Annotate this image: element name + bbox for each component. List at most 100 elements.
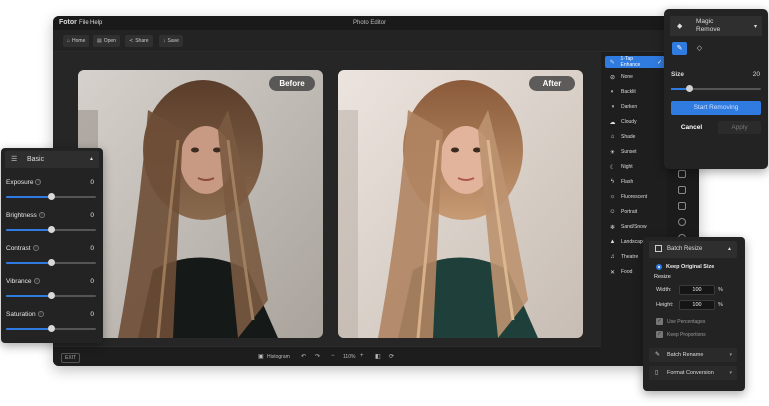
saturation-value: 0: [90, 311, 94, 318]
zoom-in-icon[interactable]: +: [360, 353, 364, 359]
vibrance-slider-fill: [6, 295, 51, 297]
brush-tool-button[interactable]: ✎: [672, 42, 687, 55]
brightness-slider-handle[interactable]: [48, 226, 55, 233]
width-input[interactable]: 100: [679, 285, 715, 295]
format-conversion-row[interactable]: ▯ Format Conversion ▾: [649, 366, 737, 380]
after-photo-image: [338, 70, 583, 338]
help-icon[interactable]: ?: [32, 245, 39, 251]
enhance-label: Backlit: [621, 89, 636, 95]
collapse-caret-icon: ▲: [89, 156, 94, 162]
enhance-item-shade[interactable]: ⌂ Shade: [605, 131, 665, 143]
sand-snow-icon: ❄: [609, 224, 616, 231]
help-icon[interactable]: ?: [33, 278, 40, 284]
magic-remove-header[interactable]: ◆ Magic Remove ▾: [670, 16, 762, 36]
reset-icon[interactable]: ⟳: [389, 353, 394, 360]
redo-icon[interactable]: ↷: [315, 353, 320, 360]
size-value: 20: [752, 71, 760, 78]
saturation-slider[interactable]: [6, 325, 96, 332]
after-photo: After: [338, 70, 583, 338]
enhance-item-backlit[interactable]: ◐ Backlit: [605, 86, 665, 98]
enhance-label: None: [621, 74, 633, 80]
eraser-icon: ◆: [677, 23, 683, 30]
exit-button[interactable]: EXIT: [61, 353, 81, 363]
enhance-item-sand-snow[interactable]: ❄ Sand/Snow: [605, 221, 665, 233]
exposure-slider-handle[interactable]: [48, 193, 55, 200]
cloudy-icon: ☁: [609, 119, 616, 126]
fluorescent-icon: ☼: [609, 194, 616, 200]
start-removing-button[interactable]: Start Removing: [671, 101, 761, 115]
enhance-label: Theatre: [621, 254, 639, 260]
menu-help[interactable]: Help: [90, 20, 102, 26]
help-icon[interactable]: ?: [37, 311, 44, 317]
brightness-control: Brightness? 0: [6, 212, 96, 240]
use-percentages-checkbox[interactable]: ✓: [656, 318, 663, 325]
brightness-label: Brightness?: [6, 212, 45, 219]
height-unit: %: [718, 302, 723, 308]
brightness-slider[interactable]: [6, 226, 96, 233]
undo-icon[interactable]: ↶: [301, 353, 306, 360]
chevron-down-icon: ▾: [729, 370, 732, 376]
exposure-slider[interactable]: [6, 193, 96, 200]
height-input[interactable]: 100: [679, 300, 715, 310]
shade-icon: ⌂: [610, 134, 615, 140]
size-slider[interactable]: [671, 85, 761, 92]
share-button[interactable]: ≺ Share: [125, 35, 153, 47]
batch-resize-header[interactable]: Batch Resize ▲: [649, 241, 737, 258]
grid-tool-icon[interactable]: [678, 202, 686, 210]
open-label: Open: [103, 38, 116, 44]
cancel-button[interactable]: Cancel: [671, 121, 712, 134]
open-button[interactable]: ▤ Open: [93, 35, 120, 47]
sticker-tool-icon[interactable]: [678, 218, 686, 226]
vibrance-label-text: Vibrance: [6, 278, 32, 285]
enhance-item-darken[interactable]: ◑ Darken: [605, 101, 665, 113]
zoom-out-icon[interactable]: −: [331, 353, 335, 359]
app-logo: Fotor: [59, 19, 77, 26]
histogram-label[interactable]: Histogram: [267, 354, 290, 360]
keep-original-radio[interactable]: [656, 264, 662, 270]
contrast-slider[interactable]: [6, 259, 96, 266]
saturation-label-text: Saturation: [6, 311, 36, 318]
compare-icon[interactable]: ◧: [375, 353, 381, 360]
basic-panel-header[interactable]: ☰ Basic ▲: [5, 151, 99, 168]
magic-title-line2: Remove: [696, 26, 721, 33]
enhance-item-portrait[interactable]: ☺ Portrait: [605, 206, 665, 218]
portrait-icon: ☺: [609, 209, 616, 215]
chevron-down-icon: ▾: [753, 24, 757, 30]
histogram-icon[interactable]: ▣: [258, 353, 264, 360]
enhance-item-sunset[interactable]: ☀ Sunset: [605, 146, 665, 158]
sunset-icon: ☀: [609, 149, 616, 156]
batch-rename-row[interactable]: ✎ Batch Rename ▾: [649, 348, 737, 362]
size-slider-handle[interactable]: [686, 85, 693, 92]
menu-file[interactable]: File: [79, 20, 89, 26]
canvas-area: Before After: [53, 52, 601, 346]
night-icon: ☾: [609, 164, 616, 171]
help-icon[interactable]: ?: [38, 212, 45, 218]
keep-proportions-checkbox[interactable]: ✓: [656, 331, 663, 338]
frame-tool-icon[interactable]: [678, 170, 686, 178]
before-photo: Before: [78, 70, 323, 338]
enhance-item-none[interactable]: ⊘ None: [605, 71, 665, 83]
share-label: Share: [135, 38, 149, 44]
saturation-slider-fill: [6, 328, 51, 330]
exposure-control: Exposure? 0: [6, 179, 96, 207]
eraser-tool-button[interactable]: ◇: [692, 42, 707, 55]
saturation-slider-handle[interactable]: [48, 325, 55, 332]
enhance-label: Landscape: [621, 239, 646, 245]
save-button[interactable]: ↓ Save: [159, 35, 183, 47]
landscape-icon: ▲: [609, 239, 616, 245]
format-conversion-label: Format Conversion: [667, 370, 714, 376]
enhance-item-1-tap-enhance[interactable]: ✎ 1-Tap Enhance ✓: [605, 56, 665, 68]
enhance-item-flash[interactable]: ϟ Flash: [605, 176, 665, 188]
apply-button[interactable]: Apply: [718, 121, 761, 134]
crop-tool-icon[interactable]: [678, 186, 686, 194]
home-button[interactable]: ⌂ Home: [63, 35, 90, 47]
vibrance-slider-handle[interactable]: [48, 292, 55, 299]
contrast-slider-fill: [6, 262, 51, 264]
contrast-slider-handle[interactable]: [48, 259, 55, 266]
enhance-item-fluorescent[interactable]: ☼ Fluorescent: [605, 191, 665, 203]
vibrance-slider[interactable]: [6, 292, 96, 299]
help-icon[interactable]: ?: [35, 179, 42, 185]
enhance-label: Flash: [621, 179, 634, 185]
enhance-item-cloudy[interactable]: ☁ Cloudy: [605, 116, 665, 128]
enhance-item-night[interactable]: ☾ Night: [605, 161, 665, 173]
